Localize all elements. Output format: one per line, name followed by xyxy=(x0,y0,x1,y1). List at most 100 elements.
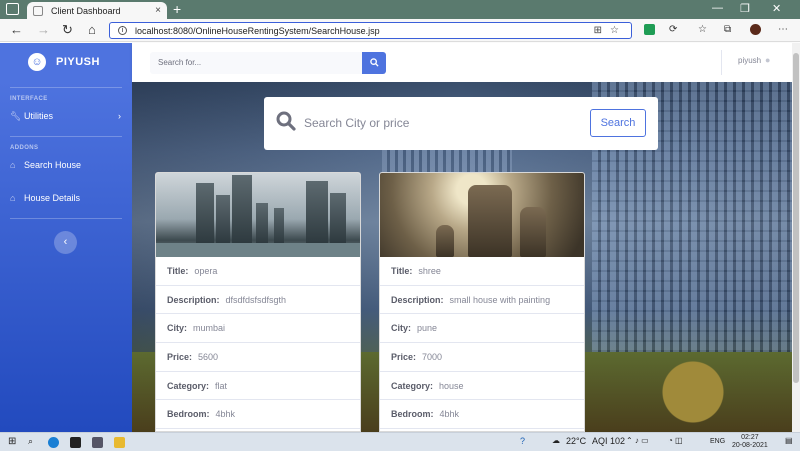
help-icon[interactable]: ? xyxy=(520,436,525,446)
new-tab-icon[interactable]: + xyxy=(173,1,181,17)
url-text: localhost:8080/OnlineHouseRentingSystem/… xyxy=(135,25,380,36)
category-label: Category: xyxy=(167,380,210,391)
close-window-icon[interactable]: ✕ xyxy=(772,2,781,15)
house-city-row: City: pune xyxy=(380,314,584,344)
search-button[interactable]: Search xyxy=(590,109,646,137)
house-card: Title: opera Description: dfsdfdsfsdfsgth … xyxy=(155,172,361,432)
topbar-search-button[interactable] xyxy=(362,52,386,74)
aqi[interactable]: AQI 102 xyxy=(592,436,625,446)
user-name[interactable]: piyush xyxy=(738,56,761,65)
chevron-right-icon: › xyxy=(118,111,121,121)
house-title: shree xyxy=(418,265,441,276)
favicon-icon xyxy=(33,5,43,16)
extension-icon[interactable] xyxy=(644,24,655,35)
weather-icon: ☁ xyxy=(552,436,560,445)
page-scrollbar[interactable] xyxy=(792,43,800,432)
extensions-icon[interactable]: ⟳ xyxy=(669,23,677,37)
house-city-row: City: mumbai xyxy=(156,314,360,344)
house-bedroom: 4bhk xyxy=(215,409,236,420)
description-label: Description: xyxy=(167,294,220,305)
windows-start-icon[interactable]: ⊞ xyxy=(8,436,16,447)
sidebar-item-utilities[interactable]: 🔧︎ Utilities › xyxy=(0,102,132,130)
favorites-icon[interactable]: ☆ xyxy=(698,23,707,37)
house-category: house xyxy=(439,380,464,391)
taskbar-search-icon[interactable]: ⌕ xyxy=(28,436,33,447)
topbar-search-input[interactable]: Search for... xyxy=(150,52,362,74)
title-label: Title: xyxy=(167,265,189,276)
collections-icon[interactable]: ⧉ xyxy=(724,23,731,37)
language-indicator[interactable]: ENG xyxy=(710,438,725,445)
city-skyline-image xyxy=(156,173,360,257)
os-taskbar: ⊞ ⌕ ? ☁ 22°C AQI 102 ⌃ ♪ ▭ ◔ ◫ ENG 02:27… xyxy=(0,432,800,451)
house-city: mumbai xyxy=(193,323,226,334)
sidebar-item-label: House Details xyxy=(24,193,81,203)
more-menu-icon[interactable]: ⋯ xyxy=(778,23,788,37)
url-field[interactable]: i localhost:8080/OnlineHouseRentingSyste… xyxy=(109,22,632,39)
home-icon: ⌂ xyxy=(10,160,16,170)
file-explorer-icon[interactable] xyxy=(114,437,125,448)
user-icon[interactable]: ● xyxy=(765,55,770,65)
network-icon[interactable]: ◔ ◫ xyxy=(668,436,683,445)
profile-avatar[interactable] xyxy=(750,24,761,35)
system-tray-icon[interactable]: ⌃ ♪ ▭ xyxy=(626,436,649,445)
forward-icon[interactable]: → xyxy=(37,23,50,37)
url-actions-icon[interactable]: ⊞☆ xyxy=(594,25,627,36)
brand-icon: ☺ xyxy=(28,53,46,71)
sidebar-item-label: Search House xyxy=(24,160,82,170)
city-label: City: xyxy=(391,323,411,334)
clock-date: 20-08-2021 xyxy=(732,442,768,449)
wrench-icon: 🔧︎ xyxy=(10,110,22,121)
scrollbar-thumb[interactable] xyxy=(793,53,799,383)
back-icon[interactable]: ← xyxy=(10,23,23,37)
description-label: Description: xyxy=(391,294,444,305)
sidebar-brand[interactable]: ☺ PIYUSH xyxy=(0,43,132,81)
browser-tab[interactable]: Client Dashboard × xyxy=(27,2,167,19)
house-city: pune xyxy=(417,323,438,334)
temperature[interactable]: 22°C xyxy=(566,436,586,446)
taskbar-clock[interactable]: 02:27 20-08-2021 xyxy=(732,434,768,450)
soldiers-image xyxy=(380,173,584,257)
city-price-search-input[interactable]: Search City or price xyxy=(304,116,409,130)
house-category: flat xyxy=(215,380,228,391)
category-label: Category: xyxy=(391,380,434,391)
house-price: 7000 xyxy=(422,351,443,362)
price-label: Price: xyxy=(167,351,193,362)
minimize-icon[interactable]: — xyxy=(712,2,723,14)
restore-icon[interactable]: ❐ xyxy=(740,2,750,15)
house-bedroom-row: Bedroom: 4bhk xyxy=(156,400,360,430)
reload-icon[interactable]: ↻ xyxy=(62,23,73,37)
sidebar-item-house-details[interactable]: ⌂ House Details xyxy=(0,184,132,212)
sidebar-item-search-house[interactable]: ⌂ Search House xyxy=(0,151,132,179)
search-icon xyxy=(276,111,296,131)
house-category-row: Category: flat xyxy=(156,372,360,401)
price-label: Price: xyxy=(391,351,417,362)
house-price-row: Price: 7000 xyxy=(380,343,584,372)
clock-time: 02:27 xyxy=(741,434,759,441)
sidebar-toggle-button[interactable]: ‹ xyxy=(54,231,77,254)
house-description: small house with painting xyxy=(449,294,551,305)
house-card: Title: shree Description: small house with… xyxy=(379,172,585,432)
brand-name: PIYUSH xyxy=(56,56,100,68)
house-title-row: Title: shree xyxy=(380,257,584,286)
house-description: dfsdfdsfsdfsgth xyxy=(225,294,287,305)
browser-tab-bar: Client Dashboard × + — ❐ ✕ xyxy=(0,0,800,19)
topbar-divider xyxy=(721,50,722,75)
city-price-search-form: Search City or price Search xyxy=(264,97,658,150)
home-nav-icon[interactable]: ⌂ xyxy=(88,23,96,37)
tab-actions-icon[interactable] xyxy=(6,3,19,15)
app-icon[interactable] xyxy=(92,437,103,448)
house-price-row: Price: 5600 xyxy=(156,343,360,372)
home-icon: ⌂ xyxy=(10,193,16,203)
edge-browser-icon[interactable] xyxy=(48,437,59,448)
tab-close-icon[interactable]: × xyxy=(155,5,161,16)
notifications-icon[interactable]: ▤ xyxy=(785,436,793,445)
tab-title: Client Dashboard xyxy=(51,5,121,16)
title-label: Title: xyxy=(391,265,413,276)
house-price: 5600 xyxy=(198,351,219,362)
house-description-row: Description: dfsdfdsfsdfsgth xyxy=(156,286,360,315)
search-icon xyxy=(369,58,379,67)
info-icon[interactable]: i xyxy=(118,26,127,35)
house-bedroom: 4bhk xyxy=(439,409,460,420)
terminal-icon[interactable] xyxy=(70,437,81,448)
sidebar-item-label: Utilities xyxy=(24,111,54,121)
